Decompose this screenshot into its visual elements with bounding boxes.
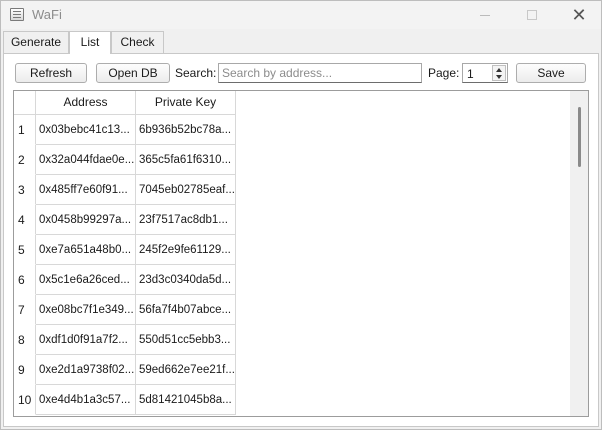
list-panel: Refresh Open DB Search: Page: 1 Save Add… xyxy=(3,53,599,427)
search-input[interactable] xyxy=(218,63,422,83)
page-stepper[interactable] xyxy=(492,65,506,81)
private-key-cell[interactable]: 56fa7f4b07abce... xyxy=(136,295,236,325)
wallet-table[interactable]: Address Private Key 1 0x03bebc41c13... 6b9… xyxy=(13,90,589,417)
address-cell[interactable]: 0xe4d4b1a3c57... xyxy=(36,385,136,415)
table-row[interactable]: 8 0xdf1d0f91a7f2... 550d51cc5ebb3... xyxy=(14,325,236,355)
spin-up-icon[interactable] xyxy=(496,68,502,72)
address-cell[interactable]: 0xdf1d0f91a7f2... xyxy=(36,325,136,355)
column-header-private-key[interactable]: Private Key xyxy=(136,91,236,115)
address-cell[interactable]: 0xe08bc7f1e349... xyxy=(36,295,136,325)
title-bar: WaFi ✕ xyxy=(1,1,601,29)
row-number[interactable]: 10 xyxy=(14,385,36,415)
table-row[interactable]: 4 0x0458b99297a... 23f7517ac8db1... xyxy=(14,205,236,235)
address-cell[interactable]: 0x0458b99297a... xyxy=(36,205,136,235)
table-row[interactable]: 7 0xe08bc7f1e349... 56fa7f4b07abce... xyxy=(14,295,236,325)
private-key-cell[interactable]: 59ed662e7ee21f... xyxy=(136,355,236,385)
private-key-cell[interactable]: 550d51cc5ebb3... xyxy=(136,325,236,355)
address-cell[interactable]: 0x32a044fdae0e... xyxy=(36,145,136,175)
maximize-button[interactable] xyxy=(509,1,555,29)
private-key-cell[interactable]: 23d3c0340da5d... xyxy=(136,265,236,295)
scroll-thumb[interactable] xyxy=(578,107,581,167)
page-value: 1 xyxy=(467,67,474,81)
table-row[interactable]: 10 0xe4d4b1a3c57... 5d81421045b8a... xyxy=(14,385,236,415)
private-key-cell[interactable]: 7045eb02785eaf... xyxy=(136,175,236,205)
private-key-cell[interactable]: 5d81421045b8a... xyxy=(136,385,236,415)
address-cell[interactable]: 0x485ff7e60f91... xyxy=(36,175,136,205)
table-row[interactable]: 5 0xe7a651a48b0... 245f2e9fe61129... xyxy=(14,235,236,265)
row-number[interactable]: 8 xyxy=(14,325,36,355)
row-number[interactable]: 6 xyxy=(14,265,36,295)
private-key-cell[interactable]: 23f7517ac8db1... xyxy=(136,205,236,235)
spin-down-icon[interactable] xyxy=(496,75,502,79)
table-row[interactable]: 9 0xe2d1a9738f02... 59ed662e7ee21f... xyxy=(14,355,236,385)
refresh-button[interactable]: Refresh xyxy=(15,63,87,83)
open-db-button[interactable]: Open DB xyxy=(96,63,170,83)
table-row[interactable]: 2 0x32a044fdae0e... 365c5fa61f6310... xyxy=(14,145,236,175)
page-label: Page: xyxy=(428,66,460,80)
window-title: WaFi xyxy=(32,7,62,22)
address-cell[interactable]: 0xe2d1a9738f02... xyxy=(36,355,136,385)
row-number[interactable]: 3 xyxy=(14,175,36,205)
table-row[interactable]: 1 0x03bebc41c13... 6b936b52bc78a... xyxy=(14,115,236,145)
address-cell[interactable]: 0x03bebc41c13... xyxy=(36,115,136,145)
page-spinbox[interactable]: 1 xyxy=(462,63,508,83)
save-button[interactable]: Save xyxy=(516,63,586,83)
private-key-cell[interactable]: 245f2e9fe61129... xyxy=(136,235,236,265)
row-number[interactable]: 4 xyxy=(14,205,36,235)
table-corner[interactable] xyxy=(14,91,36,115)
table-row[interactable]: 6 0x5c1e6a26ced... 23d3c0340da5d... xyxy=(14,265,236,295)
row-number[interactable]: 1 xyxy=(14,115,36,145)
address-cell[interactable]: 0x5c1e6a26ced... xyxy=(36,265,136,295)
close-icon: ✕ xyxy=(571,4,587,25)
column-header-address[interactable]: Address xyxy=(36,91,136,115)
private-key-cell[interactable]: 365c5fa61f6310... xyxy=(136,145,236,175)
private-key-cell[interactable]: 6b936b52bc78a... xyxy=(136,115,236,145)
row-number[interactable]: 9 xyxy=(14,355,36,385)
close-button[interactable]: ✕ xyxy=(556,1,602,29)
search-label: Search: xyxy=(175,66,217,80)
minimize-icon xyxy=(480,14,490,16)
row-number[interactable]: 5 xyxy=(14,235,36,265)
maximize-icon xyxy=(527,10,537,20)
vertical-scrollbar[interactable] xyxy=(570,91,588,416)
row-number[interactable]: 2 xyxy=(14,145,36,175)
address-cell[interactable]: 0xe7a651a48b0... xyxy=(36,235,136,265)
app-window: WaFi ✕ Generate List Check Refresh Open … xyxy=(0,0,602,430)
tab-check[interactable]: Check xyxy=(111,31,164,53)
app-icon xyxy=(10,8,24,21)
minimize-button[interactable] xyxy=(462,1,508,29)
tab-generate[interactable]: Generate xyxy=(3,31,69,53)
table-row[interactable]: 3 0x485ff7e60f91... 7045eb02785eaf... xyxy=(14,175,236,205)
row-number[interactable]: 7 xyxy=(14,295,36,325)
tab-list[interactable]: List xyxy=(69,31,111,54)
